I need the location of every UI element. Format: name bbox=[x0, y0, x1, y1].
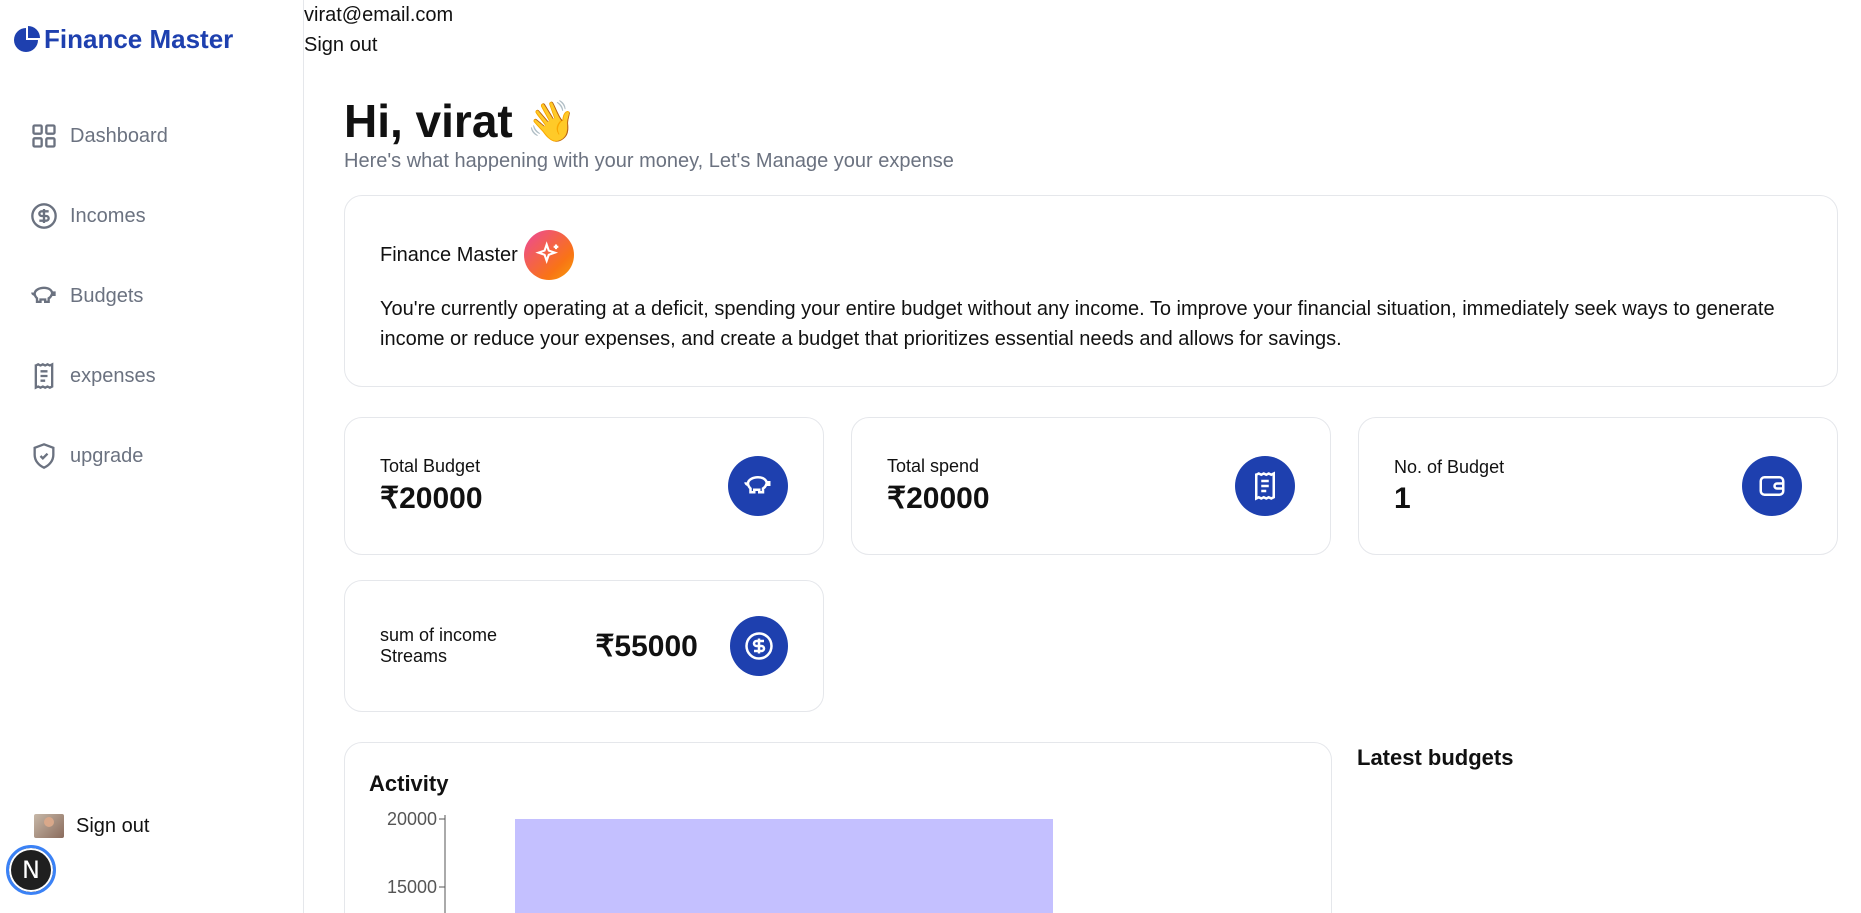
ai-advice-text: You're currently operating at a deficit,… bbox=[380, 298, 1775, 350]
sidebar: Finance Master Dashboard Incomes Budgets… bbox=[0, 0, 304, 913]
receipt-icon bbox=[1235, 456, 1295, 516]
activity-chart: 20000 15000 bbox=[387, 809, 1053, 913]
sidebar-item-label: Budgets bbox=[70, 284, 144, 307]
dev-tools-badge[interactable]: N bbox=[6, 845, 56, 895]
stat-label: Total Budget bbox=[380, 456, 481, 476]
chart-bar[interactable] bbox=[515, 819, 1053, 913]
sidebar-item-label: Dashboard bbox=[70, 124, 168, 147]
waving-hand-icon: 👋 bbox=[526, 99, 577, 144]
receipt-icon bbox=[34, 362, 54, 390]
stat-value: ₹20000 bbox=[887, 482, 990, 515]
grid-icon bbox=[32, 124, 56, 148]
sidebar-nav: Dashboard Incomes Budgets expenses upgra… bbox=[30, 96, 168, 496]
total-spend-card: Total spend ₹20000 bbox=[851, 417, 1331, 555]
stat-label: No. of Budget bbox=[1394, 456, 1505, 477]
sidebar-item-label: Incomes bbox=[70, 204, 146, 227]
sparkles-icon bbox=[523, 230, 574, 280]
budget-count-card: No. of Budget 1 bbox=[1358, 417, 1838, 555]
user-email: virat@email.com bbox=[304, 4, 454, 26]
ai-card-title: Finance Master bbox=[380, 243, 518, 266]
page-title: Hi, virat 👋 bbox=[344, 95, 577, 147]
stat-value: ₹20000 bbox=[380, 482, 483, 515]
sidebar-item-label: expenses bbox=[70, 364, 156, 387]
ai-advice-card: Finance Master You're currently operatin… bbox=[344, 195, 1838, 387]
pie-chart-icon bbox=[14, 25, 40, 52]
shield-check-icon bbox=[33, 443, 55, 469]
user-header: virat@email.com Sign out bbox=[304, 0, 453, 60]
piggy-bank-icon bbox=[728, 456, 788, 516]
stat-label: Total spend bbox=[887, 456, 980, 476]
dollar-circle-icon bbox=[31, 203, 57, 229]
y-tick-label: 20000 bbox=[387, 809, 437, 829]
sidebar-item-upgrade[interactable]: upgrade bbox=[30, 416, 168, 496]
total-budget-card: Total Budget ₹20000 bbox=[344, 417, 824, 555]
dollar-circle-icon bbox=[729, 616, 788, 676]
sidebar-item-incomes[interactable]: Incomes bbox=[30, 176, 168, 256]
piggy-bank-icon bbox=[31, 286, 56, 303]
page-subtitle: Here's what happening with your money, L… bbox=[344, 150, 954, 172]
income-streams-card: sum of income Streams ₹55000 bbox=[344, 580, 824, 712]
avatar bbox=[34, 814, 64, 838]
income-value: ₹55000 bbox=[595, 629, 698, 663]
stat-value: 1 bbox=[1394, 481, 1411, 515]
sidebar-item-dashboard[interactable]: Dashboard bbox=[30, 96, 168, 176]
sign-out-label: Sign out bbox=[76, 814, 150, 837]
activity-chart-card: Activity 20000 15000 bbox=[344, 742, 1332, 913]
app-logo[interactable]: Finance Master bbox=[12, 24, 233, 55]
header-sign-out-link[interactable]: Sign out bbox=[304, 30, 453, 60]
latest-budgets-title: Latest budgets bbox=[1357, 745, 1514, 770]
income-label: sum of income Streams bbox=[380, 625, 498, 666]
wallet-icon bbox=[1742, 456, 1802, 516]
sidebar-item-expenses[interactable]: expenses bbox=[30, 336, 168, 416]
y-tick-label: 15000 bbox=[387, 877, 437, 897]
user-button[interactable]: Sign out bbox=[34, 814, 149, 838]
app-name: Finance Master bbox=[44, 24, 234, 54]
sidebar-item-label: upgrade bbox=[70, 444, 144, 467]
sidebar-item-budgets[interactable]: Budgets bbox=[30, 256, 168, 336]
